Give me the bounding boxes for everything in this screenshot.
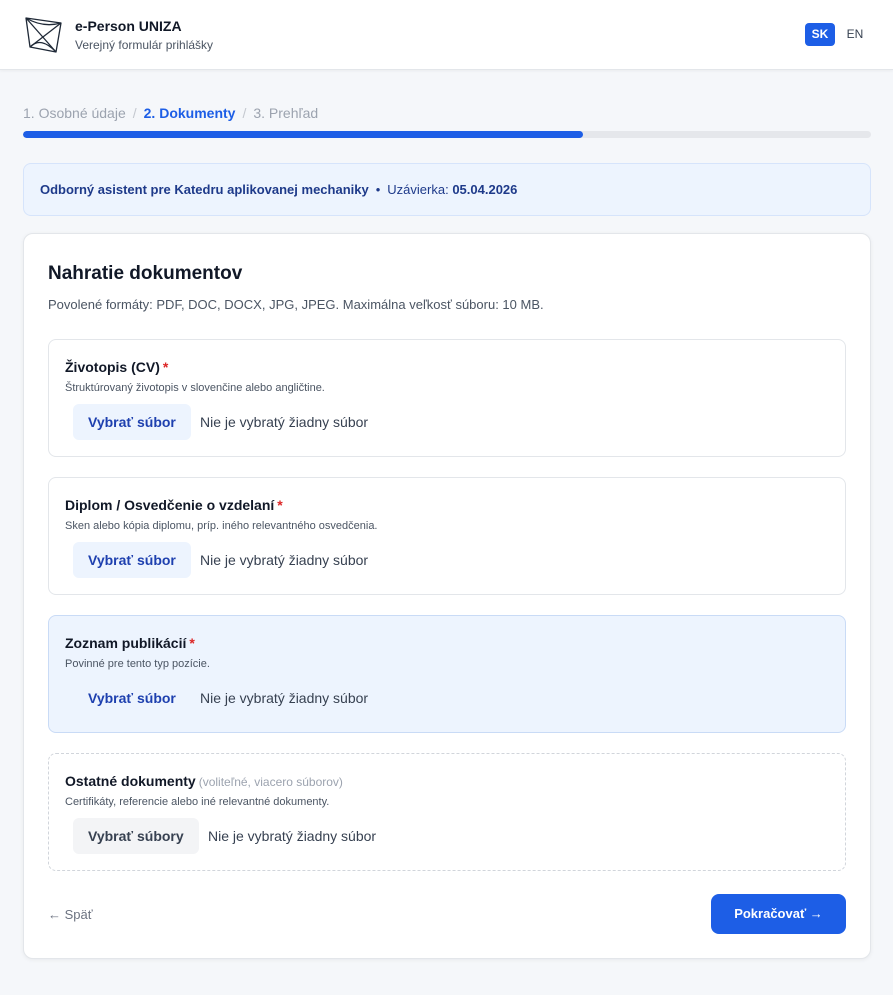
- progress-bar: [23, 131, 871, 138]
- stepper: 1. Osobné údaje / 2. Dokumenty / 3. Prehľad: [23, 105, 318, 121]
- deadline-label: Uzávierka:: [387, 182, 449, 197]
- deadline-value: 05.04.2026: [452, 182, 518, 197]
- required-marker: *: [277, 497, 283, 513]
- step-personal-data[interactable]: 1. Osobné údaje: [23, 105, 126, 121]
- document-title: Životopis (CV): [65, 359, 160, 375]
- step-review: 3. Prehľad: [253, 105, 319, 121]
- optional-note: (voliteľné, viacero súborov): [198, 775, 343, 789]
- required-marker: *: [189, 635, 195, 651]
- upload-card: Nahratie dokumentov Povolené formáty: PD…: [23, 233, 871, 959]
- document-description: Povinné pre tento typ pozície.: [65, 658, 210, 670]
- uniza-logo-icon: [25, 17, 62, 53]
- choose-files-button[interactable]: Vybrať súbory: [73, 818, 199, 854]
- document-publications: Zoznam publikácií * Povinné pre tento typ…: [48, 615, 846, 733]
- position-name: Odborný asistent pre Katedru aplikovanej…: [40, 182, 369, 197]
- choose-file-button[interactable]: Vybrať súbor: [73, 680, 191, 716]
- choose-file-button[interactable]: Vybrať súbor: [73, 542, 191, 578]
- file-status: Nie je vybratý žiadny súbor: [208, 828, 377, 844]
- document-cv: Životopis (CV) * Štruktúrovaný životopis …: [48, 339, 846, 457]
- app-title: e-Person UNIZA: [75, 18, 182, 34]
- step-separator: /: [132, 105, 137, 121]
- required-marker: *: [162, 359, 169, 375]
- document-title: Ostatné dokumenty: [65, 773, 196, 789]
- progress-bar-fill: [23, 131, 583, 138]
- file-status: Nie je vybratý žiadny súbor: [200, 414, 369, 430]
- back-link[interactable]: ← Späť: [48, 907, 93, 922]
- document-diploma: Diplom / Osvedčenie o vzdelaní * Sken ale…: [48, 477, 846, 595]
- language-en-button[interactable]: EN: [841, 23, 869, 46]
- step-separator: /: [242, 105, 247, 121]
- document-title: Diplom / Osvedčenie o vzdelaní: [65, 497, 275, 513]
- document-description: Certifikáty, referencie alebo iné releva…: [65, 796, 330, 808]
- step-documents: 2. Dokumenty: [143, 105, 236, 121]
- document-title: Zoznam publikácií: [65, 635, 187, 651]
- file-status: Nie je vybratý žiadny súbor: [200, 552, 369, 568]
- language-sk-button[interactable]: SK: [805, 23, 835, 46]
- continue-button[interactable]: Pokračovať →: [711, 894, 846, 934]
- document-other: Ostatné dokumenty (voliteľné, viacero súb…: [48, 753, 846, 871]
- choose-file-button[interactable]: Vybrať súbor: [73, 404, 191, 440]
- page-title: Nahratie dokumentov: [48, 263, 243, 284]
- banner-bullet: •: [375, 182, 381, 197]
- file-status: Nie je vybratý žiadny súbor: [200, 690, 369, 706]
- document-description: Sken alebo kópia diplomu, príp. iného re…: [65, 520, 378, 532]
- position-banner: Odborný asistent pre Katedru aplikovanej…: [23, 163, 871, 216]
- app-subtitle: Verejný formulár prihlášky: [75, 38, 214, 52]
- allowed-formats-note: Povolené formáty: PDF, DOC, DOCX, JPG, J…: [48, 297, 544, 312]
- document-description: Štruktúrovaný životopis v slovenčine ale…: [65, 382, 325, 394]
- app-header: e-Person UNIZA Verejný formulár prihlášk…: [0, 0, 893, 70]
